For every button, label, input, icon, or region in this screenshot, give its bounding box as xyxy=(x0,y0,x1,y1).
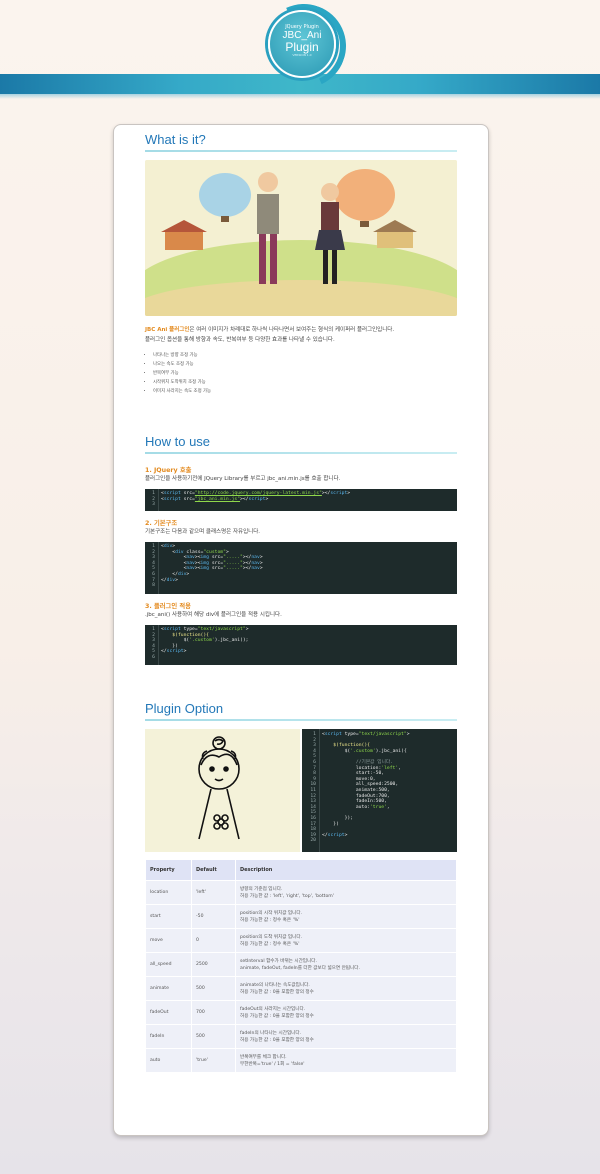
table-row: animate 500 animate의 나타나는 속도값입니다. 허용 가능한 … xyxy=(146,977,456,1000)
table-row: fadeOut 700 fadeOut의 사라지는 시간입니다. 허용 가능한 값… xyxy=(146,1001,456,1024)
cell-property: fadeOut xyxy=(146,1001,191,1024)
code-text: <script src="http://code.jquery.com/jque… xyxy=(161,491,351,502)
desc-line: animate, fadeOut, fadeIn를 더한 값보다 넓으면 안됩니… xyxy=(240,965,360,971)
table-header: Default xyxy=(192,860,235,880)
step3-desc: .jbc_ani() 사용하여 해당 div에 플러그인을 적용 시킵니다. xyxy=(145,612,282,618)
desc-line: 방향의 기준점 입니다. xyxy=(240,886,283,892)
cell-default: 'true' xyxy=(192,1049,235,1072)
cell-property: auto xyxy=(146,1049,191,1072)
table-row: all_speed 2500 setInterval 함수가 바뀌는 시간입니다… xyxy=(146,953,456,976)
cell-default: 'left' xyxy=(192,881,235,904)
section-title-what: What is it? xyxy=(145,132,206,147)
logo-version: VERSION 1.0 xyxy=(292,53,312,57)
cell-property: animate xyxy=(146,977,191,1000)
desc-line: position의 도착 위치값 입니다. xyxy=(240,934,303,940)
section-rule xyxy=(145,150,457,152)
table-row: fadeIn 500 fadeIn의 나타나는 시간입니다. 허용 가능한 값 :… xyxy=(146,1025,456,1048)
code-block-1: 1 2 3 <script src="http://code.jquery.co… xyxy=(145,489,457,511)
hero-illustration xyxy=(145,160,457,316)
cell-property: all_speed xyxy=(146,953,191,976)
list-item: 시작위치 도착위치 조정 가능 xyxy=(153,378,211,387)
header-bar-shadow xyxy=(0,94,600,99)
cell-property: move xyxy=(146,929,191,952)
option-code-block: 1 2 3 4 5 6 7 8 9 10 11 12 13 14 15 16 1… xyxy=(302,729,457,852)
list-item: 반복여부 가능 xyxy=(153,369,211,378)
cell-description: position의 시작 위치값 입니다. 허용 가능한 값 : 정수 혹은 '%… xyxy=(236,905,456,928)
table-header: Description xyxy=(236,860,456,880)
balloon-icon xyxy=(335,169,395,221)
desc-line: 허용 가능한 값 : 정수 혹은 '%' xyxy=(240,917,300,923)
cell-default: 700 xyxy=(192,1001,235,1024)
doll-illustration xyxy=(145,729,300,852)
options-table: Property Default Description location 'l… xyxy=(145,859,457,1073)
cell-description: setInterval 함수가 바뀌는 시간입니다. animate, fadeO… xyxy=(236,953,456,976)
cell-default: -50 xyxy=(192,905,235,928)
cell-property: start xyxy=(146,905,191,928)
logo-plugin: Plugin xyxy=(285,40,319,54)
plugin-name: JBC Ani 플러그인 xyxy=(145,327,190,333)
desc-line: fadeIn의 나타나는 시간입니다. xyxy=(240,1030,302,1036)
desc-line: 허용 가능한 값 : 'left', 'right', 'top', 'bott… xyxy=(240,893,334,899)
desc-line: 허용 가능한 값 : 0을 포함한 양의 정수 xyxy=(240,989,314,995)
doll-svg xyxy=(198,736,240,840)
cell-default: 0 xyxy=(192,929,235,952)
cell-property: fadeIn xyxy=(146,1025,191,1048)
step1-title: 1. JQuery 호출 xyxy=(145,467,192,474)
step1-desc: 플러그인을 사용하기전에 JQuery Library를 부르고 jbc_ani… xyxy=(145,476,341,482)
list-item: 나오는 속도 조정 가능 xyxy=(153,360,211,369)
code-block-3: 1 2 3 4 5 6 <script type="text/javascrip… xyxy=(145,625,457,665)
cell-description: position의 도착 위치값 입니다. 허용 가능한 값 : 정수 혹은 '%… xyxy=(236,929,456,952)
table-header: Property xyxy=(146,860,191,880)
list-item: 이미지 사라지는 속도 조정 가능 xyxy=(153,387,211,396)
desc-line: animate의 나타나는 속도값입니다. xyxy=(240,982,310,988)
desc-line: 허용 가능한 값 : 0을 포함한 양의 정수 xyxy=(240,1013,314,1019)
cell-description: fadeOut의 사라지는 시간입니다. 허용 가능한 값 : 0을 포함한 양의… xyxy=(236,1001,456,1024)
step2-title: 2. 기본구조 xyxy=(145,520,178,527)
cell-description: 방향의 기준점 입니다. 허용 가능한 값 : 'left', 'right', … xyxy=(236,881,456,904)
cell-default: 500 xyxy=(192,1025,235,1048)
step3-title: 3. 플러그인 적용 xyxy=(145,603,191,610)
list-item: 나타나는 방향 조정 가능 xyxy=(153,351,211,360)
what-desc-text: 은 여러 이미지가 차례대로 하나씩 나타나면서 보여주는 형식의 케이퍼러 플… xyxy=(189,327,395,333)
section-title-option: Plugin Option xyxy=(145,701,224,716)
table-header-row: Property Default Description xyxy=(146,860,456,880)
cell-description: fadeIn의 나타나는 시간입니다. 허용 가능한 값 : 0을 포함한 양의 … xyxy=(236,1025,456,1048)
balloon-icon xyxy=(199,173,251,217)
desc-line: 허용 가능한 값 : 0을 포함한 양의 정수 xyxy=(240,1037,314,1043)
table-row: auto 'true' 반복여부를 체크 합니다. 무한반복='true' / 1… xyxy=(146,1049,456,1072)
desc-line: 허용 가능한 값 : 정수 혹은 '%' xyxy=(240,941,300,947)
desc-line: 무한반복='true' / 1회 = 'false' xyxy=(240,1061,305,1067)
table-row: move 0 position의 도착 위치값 입니다. 허용 가능한 값 : 정… xyxy=(146,929,456,952)
line-numbers: 1 2 3 xyxy=(152,491,155,508)
section-rule xyxy=(145,719,457,721)
code-block-2: 1 2 3 4 5 6 7 8 <div> <div class="custom… xyxy=(145,542,457,594)
line-numbers: 1 2 3 4 5 6 xyxy=(152,627,155,660)
code-text: <div> <div class="custom"> <nav><img src… xyxy=(161,544,263,583)
what-description-1: JBC Ani 플러그인은 여러 이미지가 차례대로 하나씩 나타나면서 보여주… xyxy=(145,326,394,335)
cell-property: location xyxy=(146,881,191,904)
table-row: start -50 position의 시작 위치값 입니다. 허용 가능한 값 … xyxy=(146,905,456,928)
hero-svg xyxy=(145,160,457,316)
section-title-how: How to use xyxy=(145,434,211,449)
feature-list: 나타나는 방향 조정 가능 나오는 속도 조정 가능 반복여부 가능 시작위치 … xyxy=(145,351,211,396)
desc-line: setInterval 함수가 바뀌는 시간입니다. xyxy=(240,958,317,964)
what-description-2: 플러그인 옵션을 통해 방향과 속도, 반복여부 등 다양한 효과를 나타낼 수… xyxy=(145,337,335,343)
step2-desc: 기본구조는 다음과 같으며 클래스명은 자유입니다. xyxy=(145,529,261,535)
desc-line: fadeOut의 사라지는 시간입니다. xyxy=(240,1006,306,1012)
logo-badge: JQuery Plugin JBC_Ani Plugin VERSION 1.0 xyxy=(268,10,336,78)
line-numbers: 1 2 3 4 5 6 7 8 xyxy=(152,544,155,589)
line-numbers: 1 2 3 4 5 6 7 8 9 10 11 12 13 14 15 16 1… xyxy=(310,732,316,844)
desc-line: position의 시작 위치값 입니다. xyxy=(240,910,303,916)
table-row: location 'left' 방향의 기준점 입니다. 허용 가능한 값 : '… xyxy=(146,881,456,904)
cell-description: animate의 나타나는 속도값입니다. 허용 가능한 값 : 0을 포함한 양… xyxy=(236,977,456,1000)
content-panel: What is it? JBC Ani 플러그인은 여러 이미지가 차례대로 하… xyxy=(113,124,489,1136)
code-text: <script type="text/javascript"> $(functi… xyxy=(161,627,249,655)
section-rule xyxy=(145,452,457,454)
cell-default: 2500 xyxy=(192,953,235,976)
cell-description: 반복여부를 체크 합니다. 무한반복='true' / 1회 = 'false' xyxy=(236,1049,456,1072)
cell-default: 500 xyxy=(192,977,235,1000)
desc-line: 반복여부를 체크 합니다. xyxy=(240,1054,287,1060)
code-text: <script type="text/javascript"> $(functi… xyxy=(322,732,410,838)
